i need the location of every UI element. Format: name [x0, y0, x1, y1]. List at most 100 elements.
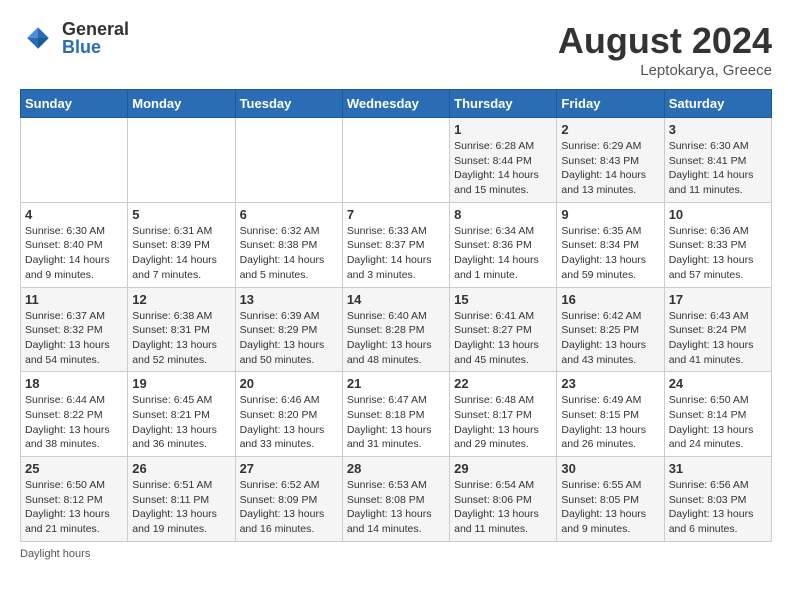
day-info: Sunrise: 6:53 AMSunset: 8:08 PMDaylight:…	[347, 478, 445, 537]
day-number: 1	[454, 122, 552, 137]
day-of-week-header: Monday	[128, 90, 235, 118]
calendar-cell: 23 Sunrise: 6:49 AMSunset: 8:15 PMDayligh…	[557, 372, 664, 457]
logo-text: General Blue	[62, 20, 129, 56]
day-info: Sunrise: 6:30 AMSunset: 8:40 PMDaylight:…	[25, 224, 123, 283]
day-info: Sunrise: 6:41 AMSunset: 8:27 PMDaylight:…	[454, 309, 552, 368]
day-info: Sunrise: 6:52 AMSunset: 8:09 PMDaylight:…	[240, 478, 338, 537]
day-info: Sunrise: 6:30 AMSunset: 8:41 PMDaylight:…	[669, 139, 767, 198]
day-number: 19	[132, 376, 230, 391]
footer-note: Daylight hours	[20, 548, 772, 560]
month-year: August 2024	[558, 20, 772, 62]
calendar-cell	[235, 118, 342, 203]
day-number: 5	[132, 207, 230, 222]
calendar-header-row: SundayMondayTuesdayWednesdayThursdayFrid…	[21, 90, 772, 118]
day-number: 15	[454, 292, 552, 307]
day-info: Sunrise: 6:49 AMSunset: 8:15 PMDaylight:…	[561, 393, 659, 452]
logo: General Blue	[20, 20, 129, 56]
day-number: 25	[25, 461, 123, 476]
day-info: Sunrise: 6:29 AMSunset: 8:43 PMDaylight:…	[561, 139, 659, 198]
day-of-week-header: Sunday	[21, 90, 128, 118]
day-info: Sunrise: 6:42 AMSunset: 8:25 PMDaylight:…	[561, 309, 659, 368]
calendar-cell: 3 Sunrise: 6:30 AMSunset: 8:41 PMDaylight…	[664, 118, 771, 203]
page-header: General Blue August 2024 Leptokarya, Gre…	[20, 20, 772, 79]
day-of-week-header: Tuesday	[235, 90, 342, 118]
calendar-cell: 19 Sunrise: 6:45 AMSunset: 8:21 PMDayligh…	[128, 372, 235, 457]
calendar-cell	[21, 118, 128, 203]
day-number: 3	[669, 122, 767, 137]
calendar-cell: 11 Sunrise: 6:37 AMSunset: 8:32 PMDayligh…	[21, 287, 128, 372]
day-number: 29	[454, 461, 552, 476]
day-info: Sunrise: 6:40 AMSunset: 8:28 PMDaylight:…	[347, 309, 445, 368]
calendar-cell: 29 Sunrise: 6:54 AMSunset: 8:06 PMDayligh…	[450, 457, 557, 542]
calendar-cell: 14Sunrise: 6:40 AMSunset: 8:28 PMDayligh…	[342, 287, 449, 372]
day-number: 9	[561, 207, 659, 222]
day-of-week-header: Thursday	[450, 90, 557, 118]
day-of-week-header: Friday	[557, 90, 664, 118]
day-number: 11	[25, 292, 123, 307]
location: Leptokarya, Greece	[558, 62, 772, 79]
calendar-cell	[128, 118, 235, 203]
calendar-cell: 30Sunrise: 6:55 AMSunset: 8:05 PMDayligh…	[557, 457, 664, 542]
calendar-cell: 25 Sunrise: 6:50 AMSunset: 8:12 PMDayligh…	[21, 457, 128, 542]
calendar-cell: 13Sunrise: 6:39 AMSunset: 8:29 PMDayligh…	[235, 287, 342, 372]
day-info: Sunrise: 6:48 AMSunset: 8:17 PMDaylight:…	[454, 393, 552, 452]
calendar-cell	[342, 118, 449, 203]
calendar-cell: 5 Sunrise: 6:31 AMSunset: 8:39 PMDaylight…	[128, 202, 235, 287]
calendar-cell: 6Sunrise: 6:32 AMSunset: 8:38 PMDaylight…	[235, 202, 342, 287]
day-number: 24	[669, 376, 767, 391]
day-info: Sunrise: 6:56 AMSunset: 8:03 PMDaylight:…	[669, 478, 767, 537]
day-info: Sunrise: 6:35 AMSunset: 8:34 PMDaylight:…	[561, 224, 659, 283]
day-number: 21	[347, 376, 445, 391]
calendar-cell: 4Sunrise: 6:30 AMSunset: 8:40 PMDaylight…	[21, 202, 128, 287]
calendar-table: SundayMondayTuesdayWednesdayThursdayFrid…	[20, 89, 772, 542]
calendar-cell: 12Sunrise: 6:38 AMSunset: 8:31 PMDayligh…	[128, 287, 235, 372]
calendar-week-row: 1Sunrise: 6:28 AMSunset: 8:44 PMDaylight…	[21, 118, 772, 203]
logo-blue: Blue	[62, 38, 129, 56]
day-number: 6	[240, 207, 338, 222]
calendar-cell: 18Sunrise: 6:44 AMSunset: 8:22 PMDayligh…	[21, 372, 128, 457]
logo-general: General	[62, 20, 129, 38]
day-info: Sunrise: 6:50 AMSunset: 8:12 PMDaylight:…	[25, 478, 123, 537]
day-number: 28	[347, 461, 445, 476]
day-number: 20	[240, 376, 338, 391]
calendar-cell: 8 Sunrise: 6:34 AMSunset: 8:36 PMDaylight…	[450, 202, 557, 287]
day-info: Sunrise: 6:37 AMSunset: 8:32 PMDaylight:…	[25, 309, 123, 368]
calendar-cell: 28 Sunrise: 6:53 AMSunset: 8:08 PMDayligh…	[342, 457, 449, 542]
calendar-cell: 27 Sunrise: 6:52 AMSunset: 8:09 PMDayligh…	[235, 457, 342, 542]
calendar-week-row: 18Sunrise: 6:44 AMSunset: 8:22 PMDayligh…	[21, 372, 772, 457]
day-number: 30	[561, 461, 659, 476]
calendar-cell: 16 Sunrise: 6:42 AMSunset: 8:25 PMDayligh…	[557, 287, 664, 372]
day-number: 26	[132, 461, 230, 476]
logo-icon	[20, 20, 56, 56]
calendar-cell: 21 Sunrise: 6:47 AMSunset: 8:18 PMDayligh…	[342, 372, 449, 457]
day-info: Sunrise: 6:31 AMSunset: 8:39 PMDaylight:…	[132, 224, 230, 283]
day-number: 8	[454, 207, 552, 222]
calendar-cell: 26 Sunrise: 6:51 AMSunset: 8:11 PMDayligh…	[128, 457, 235, 542]
day-info: Sunrise: 6:34 AMSunset: 8:36 PMDaylight:…	[454, 224, 552, 283]
calendar-cell: 17Sunrise: 6:43 AMSunset: 8:24 PMDayligh…	[664, 287, 771, 372]
calendar-cell: 7 Sunrise: 6:33 AMSunset: 8:37 PMDaylight…	[342, 202, 449, 287]
day-number: 2	[561, 122, 659, 137]
day-info: Sunrise: 6:50 AMSunset: 8:14 PMDaylight:…	[669, 393, 767, 452]
day-info: Sunrise: 6:39 AMSunset: 8:29 PMDaylight:…	[240, 309, 338, 368]
day-info: Sunrise: 6:51 AMSunset: 8:11 PMDaylight:…	[132, 478, 230, 537]
day-number: 23	[561, 376, 659, 391]
day-info: Sunrise: 6:44 AMSunset: 8:22 PMDaylight:…	[25, 393, 123, 452]
day-of-week-header: Saturday	[664, 90, 771, 118]
day-info: Sunrise: 6:54 AMSunset: 8:06 PMDaylight:…	[454, 478, 552, 537]
day-number: 7	[347, 207, 445, 222]
day-info: Sunrise: 6:45 AMSunset: 8:21 PMDaylight:…	[132, 393, 230, 452]
day-info: Sunrise: 6:47 AMSunset: 8:18 PMDaylight:…	[347, 393, 445, 452]
day-number: 16	[561, 292, 659, 307]
calendar-cell: 1Sunrise: 6:28 AMSunset: 8:44 PMDaylight…	[450, 118, 557, 203]
day-number: 27	[240, 461, 338, 476]
day-info: Sunrise: 6:36 AMSunset: 8:33 PMDaylight:…	[669, 224, 767, 283]
day-info: Sunrise: 6:33 AMSunset: 8:37 PMDaylight:…	[347, 224, 445, 283]
day-number: 22	[454, 376, 552, 391]
day-number: 12	[132, 292, 230, 307]
calendar-week-row: 4Sunrise: 6:30 AMSunset: 8:40 PMDaylight…	[21, 202, 772, 287]
calendar-cell: 2 Sunrise: 6:29 AMSunset: 8:43 PMDaylight…	[557, 118, 664, 203]
calendar-cell: 31Sunrise: 6:56 AMSunset: 8:03 PMDayligh…	[664, 457, 771, 542]
title-block: August 2024 Leptokarya, Greece	[558, 20, 772, 79]
day-info: Sunrise: 6:46 AMSunset: 8:20 PMDaylight:…	[240, 393, 338, 452]
